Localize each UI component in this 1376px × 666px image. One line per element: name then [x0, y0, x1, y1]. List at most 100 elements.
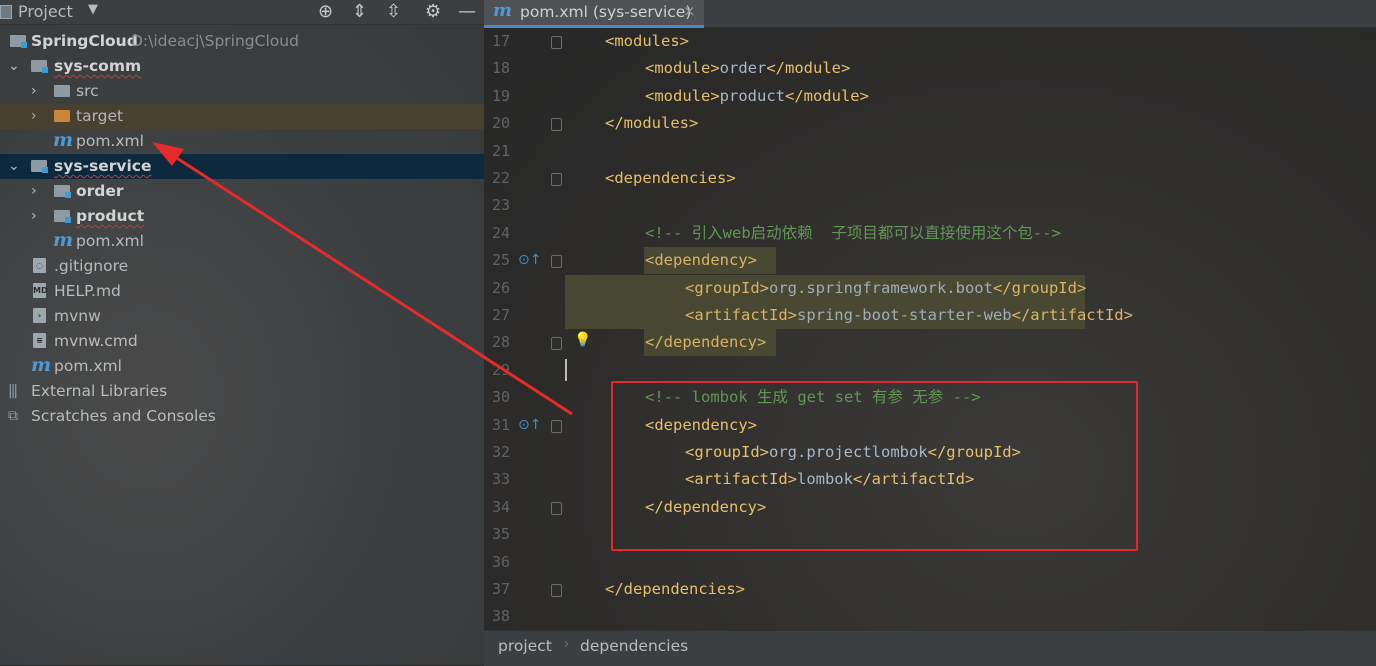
project-path: D:\ideacj\SpringCloud — [131, 32, 299, 50]
tree-item-label: Scratches and Consoles — [31, 407, 216, 425]
fold-marker-icon[interactable] — [551, 501, 562, 515]
close-icon[interactable]: × — [683, 2, 696, 20]
chevron-down-icon[interactable]: ⌄ — [8, 154, 20, 179]
module-folder-icon — [31, 160, 48, 173]
fold-marker-icon[interactable] — [551, 419, 562, 433]
breadcrumb-item-dependencies[interactable]: dependencies — [580, 637, 688, 655]
module-folder-icon — [31, 60, 48, 73]
chevron-right-icon[interactable]: › — [31, 104, 37, 129]
line-number: 23 — [491, 196, 510, 215]
xml-tag: <groupId> — [685, 278, 769, 297]
chevron-right-icon[interactable]: › — [31, 204, 37, 229]
expand-all-icon[interactable]: ⇕ — [352, 1, 367, 22]
override-gutter-icon[interactable]: ⊙↑ — [518, 417, 541, 433]
tree-item-pom-xml[interactable]: m pom.xml — [0, 229, 484, 254]
line-number: 36 — [491, 552, 510, 571]
xml-tag: <module> — [645, 86, 720, 105]
editor-tab-pom-xml[interactable]: m pom.xml (sys-service) × — [484, 0, 704, 28]
breadcrumb-item-project[interactable]: project — [498, 637, 552, 655]
module-folder-icon — [54, 185, 71, 198]
view-dropdown-chevron-icon[interactable]: ▼ — [88, 2, 98, 17]
code-comment: <!-- 引入web启动依赖 子项目都可以直接使用这个包--> — [645, 223, 1061, 242]
tree-item-label: mvnw — [54, 307, 101, 325]
fold-marker-icon[interactable] — [551, 36, 562, 49]
xml-tag: </module> — [784, 86, 869, 105]
xml-tag: </dependency> — [645, 333, 767, 352]
tree-item-springcloud[interactable]: ⌄ SpringCloud D:\ideacj\SpringCloud — [0, 29, 484, 54]
maven-m-icon: m — [31, 354, 52, 376]
tree-item-label: sys-comm — [54, 57, 142, 75]
xml-tag: <module> — [645, 59, 720, 78]
tree-item-sys-comm[interactable]: ⌄ sys-comm — [0, 54, 484, 79]
chevron-right-icon[interactable]: › — [31, 79, 37, 104]
tree-item-pom-xml[interactable]: m pom.xml — [0, 354, 484, 379]
fold-marker-icon[interactable] — [551, 255, 562, 269]
tree-item-src[interactable]: › src — [0, 79, 484, 104]
chevron-right-icon[interactable]: › — [31, 179, 37, 204]
xml-tag: </module> — [766, 59, 851, 78]
xml-tag: <dependency> — [645, 251, 757, 270]
tree-item-label: SpringCloud — [31, 32, 138, 50]
excluded-folder-icon — [54, 110, 70, 122]
module-folder-icon — [10, 35, 27, 48]
locate-file-icon[interactable]: ⊕ — [318, 1, 333, 22]
annotation-highlight-box — [611, 381, 1138, 551]
line-number: 34 — [491, 497, 510, 516]
xml-tag: </dependencies> — [605, 580, 745, 598]
tree-item-order[interactable]: › order — [0, 179, 484, 204]
xml-text: product — [719, 86, 785, 105]
breadcrumb: project › dependencies — [484, 630, 1376, 666]
line-number: 33 — [491, 470, 510, 489]
tree-item-label: pom.xml — [54, 357, 122, 375]
fold-marker-icon[interactable] — [551, 173, 562, 186]
xml-tag: </artifactId> — [1011, 306, 1133, 324]
line-number: 20 — [491, 114, 510, 133]
line-number: 32 — [491, 443, 510, 461]
tree-item-product[interactable]: › product — [0, 204, 484, 229]
fold-marker-icon[interactable] — [551, 118, 562, 132]
tree-item-scratches[interactable]: ⧉ Scratches and Consoles — [0, 404, 484, 429]
tree-item-mvnw[interactable]: › mvnw — [0, 304, 484, 329]
tree-item-label: mvnw.cmd — [54, 332, 138, 350]
project-view-title[interactable]: Project — [18, 2, 73, 21]
library-icon: ||| — [8, 383, 18, 399]
xml-tag: <dependencies> — [605, 169, 736, 187]
gear-icon[interactable]: ⚙ — [425, 1, 441, 22]
line-number: 24 — [491, 223, 510, 242]
markdown-file-icon: MD — [33, 283, 48, 298]
tab-label: pom.xml (sys-service) — [520, 3, 692, 21]
line-number: 27 — [491, 306, 510, 324]
code-line: </dependency> — [644, 329, 776, 357]
tree-item-help-md[interactable]: MD HELP.md — [0, 279, 484, 304]
xml-tag: </modules> — [605, 114, 699, 133]
project-panel-header: Project ▼ ⊕ ⇕ ⇳ ⚙ — — [0, 0, 484, 25]
line-number: 22 — [491, 169, 510, 187]
tree-item-target[interactable]: › target — [0, 104, 484, 129]
hide-panel-icon[interactable]: — — [458, 1, 476, 22]
text-caret — [565, 358, 567, 381]
line-number: 31 — [491, 415, 510, 434]
module-folder-icon — [54, 210, 71, 223]
xml-tag: <artifactId> — [685, 306, 797, 324]
tree-item-pom-xml[interactable]: m pom.xml — [0, 129, 484, 154]
fold-marker-icon[interactable] — [551, 584, 562, 597]
line-number: 35 — [491, 525, 510, 544]
line-number: 25 — [491, 251, 510, 270]
fold-marker-icon[interactable] — [551, 337, 562, 351]
tree-item-external-libraries[interactable]: ||| External Libraries — [0, 379, 484, 404]
tree-item-label: order — [76, 182, 124, 200]
tree-item-label: External Libraries — [31, 382, 168, 400]
tree-item-gitignore[interactable]: ◌ .gitignore — [0, 254, 484, 279]
line-number: 21 — [491, 141, 510, 160]
xml-text: org.springframework.boot — [769, 278, 993, 297]
folder-icon — [54, 85, 70, 97]
line-number: 28 — [491, 333, 510, 352]
override-gutter-icon[interactable]: ⊙↑ — [518, 252, 541, 268]
chevron-down-icon[interactable]: ⌄ — [8, 54, 20, 79]
collapse-all-icon[interactable]: ⇳ — [386, 1, 401, 22]
lightbulb-icon[interactable]: 💡 — [574, 332, 591, 348]
tree-item-label: src — [76, 82, 99, 100]
tree-item-mvnw-cmd[interactable]: ≡ mvnw.cmd — [0, 329, 484, 354]
maven-m-icon: m — [53, 129, 74, 151]
tree-item-sys-service[interactable]: ⌄ sys-service — [0, 154, 484, 179]
